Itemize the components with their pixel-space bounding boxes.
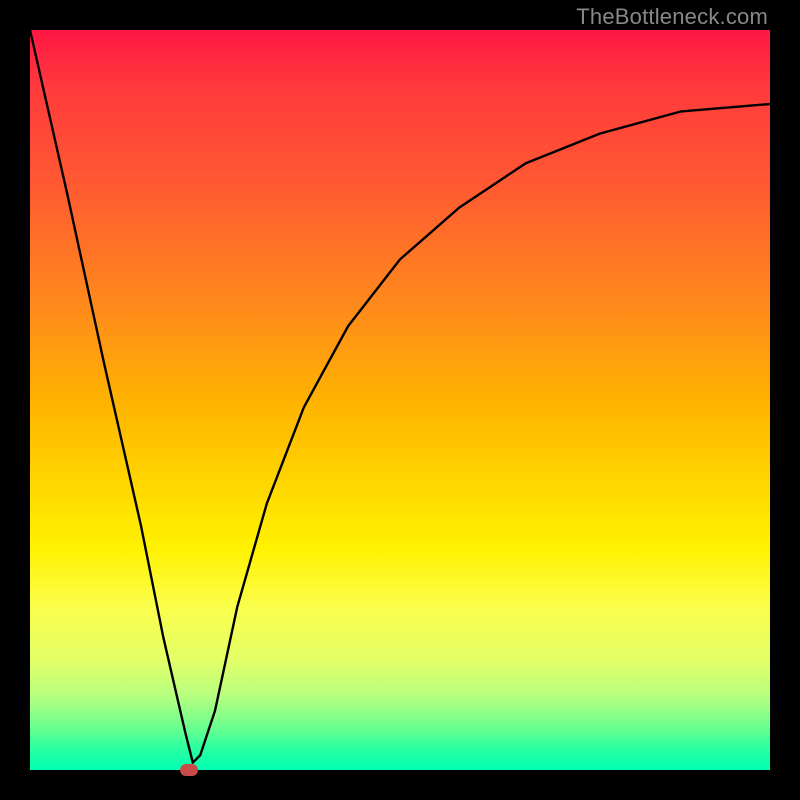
optimal-point-marker (180, 764, 198, 776)
curve-svg (30, 30, 770, 770)
watermark-text: TheBottleneck.com (576, 4, 768, 30)
bottleneck-curve-path (30, 30, 770, 763)
plot-area (30, 30, 770, 770)
chart-frame: TheBottleneck.com (0, 0, 800, 800)
